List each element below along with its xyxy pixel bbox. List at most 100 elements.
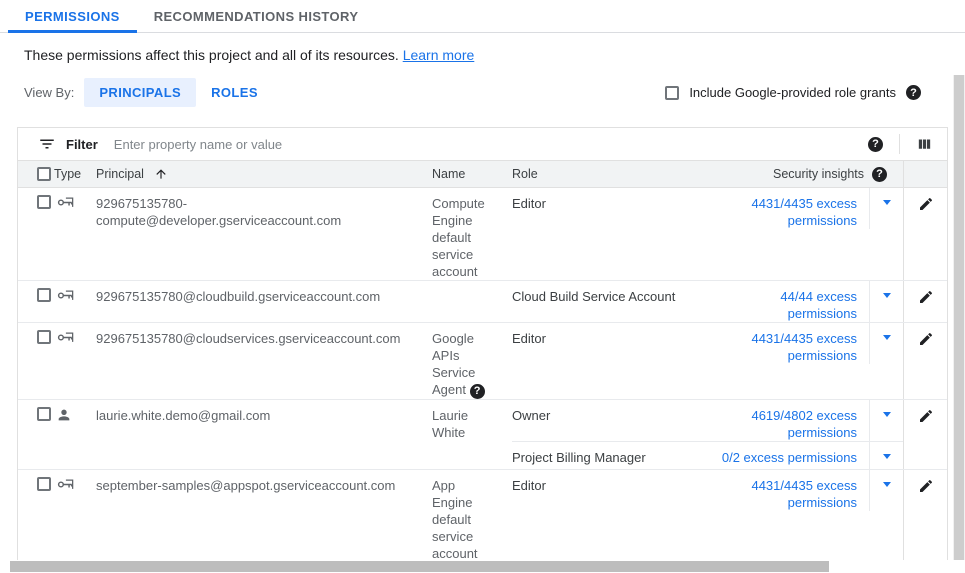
roles-cell: Editor 4431/4435 excess permissions xyxy=(512,323,903,399)
intro-sentence: These permissions affect this project an… xyxy=(24,47,399,63)
controls-row: View By: PRINCIPALS ROLES Include Google… xyxy=(0,63,965,107)
role-label: Editor xyxy=(512,470,710,511)
name-help-icon[interactable]: ? xyxy=(470,384,485,399)
service-account-icon xyxy=(56,195,74,210)
role-label: Cloud Build Service Account xyxy=(512,281,710,322)
table-row: laurie.white.demo@gmail.com Laurie White… xyxy=(18,400,947,470)
vertical-scrollbar-thumb[interactable] xyxy=(954,75,964,560)
learn-more-link[interactable]: Learn more xyxy=(403,47,475,63)
service-account-icon xyxy=(56,477,74,492)
row-checkbox[interactable] xyxy=(37,195,51,209)
column-header-security-insights: Security insights xyxy=(773,167,864,181)
insights-expand-button[interactable] xyxy=(869,281,903,322)
insights-expand-button[interactable] xyxy=(869,400,903,441)
principal-email: september-samples@appspot.gserviceaccoun… xyxy=(96,470,432,562)
dropdown-arrow-icon xyxy=(883,335,891,340)
insights-expand-button[interactable] xyxy=(869,323,903,364)
excess-permissions-link[interactable]: 4431/4435 excess permissions xyxy=(751,196,857,228)
edit-icon xyxy=(918,408,934,424)
include-google-grants-checkbox[interactable] xyxy=(665,86,679,100)
roles-cell: Owner 4619/4802 excess permissions Proje… xyxy=(512,400,903,469)
principal-name: Google APIs Service Agent ? xyxy=(432,323,512,399)
row-checkbox[interactable] xyxy=(37,288,51,302)
sort-ascending-icon xyxy=(154,167,168,181)
filter-help-icon[interactable]: ? xyxy=(868,137,883,152)
row-checkbox[interactable] xyxy=(37,330,51,344)
excess-permissions-link[interactable]: 44/44 excess permissions xyxy=(780,289,857,321)
column-header-principal[interactable]: Principal xyxy=(96,167,432,181)
dropdown-arrow-icon xyxy=(883,200,891,205)
columns-icon[interactable] xyxy=(916,136,933,153)
edit-principal-button[interactable] xyxy=(903,188,947,280)
roles-cell: Cloud Build Service Account 44/44 excess… xyxy=(512,281,903,322)
dropdown-arrow-icon xyxy=(883,454,891,459)
principal-name: Compute Engine default service account xyxy=(432,188,512,280)
insights-expand-button[interactable] xyxy=(869,470,903,511)
edit-principal-button[interactable] xyxy=(903,323,947,399)
dropdown-arrow-icon xyxy=(883,412,891,417)
column-header-role-security: Role Security insights ? xyxy=(512,167,903,182)
dropdown-arrow-icon xyxy=(883,293,891,298)
tab-bar: PERMISSIONS RECOMMENDATIONS HISTORY xyxy=(0,0,965,33)
principal-name xyxy=(432,281,512,322)
view-by-principals-button[interactable]: PRINCIPALS xyxy=(84,78,196,107)
edit-icon xyxy=(918,331,934,347)
roles-cell: Editor 4431/4435 excess permissions xyxy=(512,470,903,562)
excess-permissions-link[interactable]: 0/2 excess permissions xyxy=(722,450,857,465)
column-header-name: Name xyxy=(432,167,512,181)
edit-icon xyxy=(918,478,934,494)
tab-permissions[interactable]: PERMISSIONS xyxy=(8,0,137,32)
dropdown-arrow-icon xyxy=(883,482,891,487)
intro-text: These permissions affect this project an… xyxy=(0,33,965,63)
tab-recommendations-history[interactable]: RECOMMENDATIONS HISTORY xyxy=(137,0,376,32)
table-row: september-samples@appspot.gserviceaccoun… xyxy=(18,470,947,563)
view-by-label: View By: xyxy=(24,85,74,100)
principal-email: laurie.white.demo@gmail.com xyxy=(96,400,432,469)
column-header-role: Role xyxy=(512,167,538,181)
vertical-scrollbar xyxy=(953,75,965,560)
edit-principal-button[interactable] xyxy=(903,400,947,469)
role-label: Owner xyxy=(512,400,710,441)
role-label: Editor xyxy=(512,188,710,229)
iam-permissions-page: PERMISSIONS RECOMMENDATIONS HISTORY Thes… xyxy=(0,0,965,573)
horizontal-scrollbar xyxy=(0,560,952,573)
excess-permissions-link[interactable]: 4431/4435 excess permissions xyxy=(751,478,857,510)
table-row: 929675135780@cloudservices.gserviceaccou… xyxy=(18,323,947,400)
edit-principal-button[interactable] xyxy=(903,281,947,322)
excess-permissions-link[interactable]: 4619/4802 excess permissions xyxy=(751,408,857,440)
principal-email: 929675135780@cloudbuild.gserviceaccount.… xyxy=(96,281,432,322)
principal-email: 929675135780-compute@developer.gservicea… xyxy=(96,188,432,280)
select-all-checkbox[interactable] xyxy=(37,167,51,181)
service-account-icon xyxy=(56,288,74,303)
filter-icon[interactable] xyxy=(38,135,56,153)
role-label: Project Billing Manager xyxy=(512,442,710,469)
excess-permissions-link[interactable]: 4431/4435 excess permissions xyxy=(751,331,857,363)
table-header-row: Type Principal Name Role Security insigh… xyxy=(18,160,947,188)
insights-expand-button[interactable] xyxy=(869,188,903,229)
role-label: Editor xyxy=(512,323,710,364)
row-checkbox[interactable] xyxy=(37,477,51,491)
principal-email: 929675135780@cloudservices.gserviceaccou… xyxy=(96,323,432,399)
help-icon[interactable]: ? xyxy=(906,85,921,100)
principal-name: Laurie White xyxy=(432,400,512,469)
principal-name: App Engine default service account xyxy=(432,470,512,562)
filter-label[interactable]: Filter xyxy=(66,137,98,152)
row-checkbox[interactable] xyxy=(37,407,51,421)
roles-cell: Editor 4431/4435 excess permissions xyxy=(512,188,903,280)
table-row: 929675135780-compute@developer.gservicea… xyxy=(18,188,947,281)
table-row: 929675135780@cloudbuild.gserviceaccount.… xyxy=(18,281,947,323)
view-by-roles-button[interactable]: ROLES xyxy=(196,78,273,107)
include-google-grants: Include Google-provided role grants ? xyxy=(665,85,921,100)
filter-bar: Filter ? xyxy=(18,128,947,160)
security-insights-help-icon[interactable]: ? xyxy=(872,167,887,182)
divider xyxy=(899,134,900,154)
include-google-grants-label: Include Google-provided role grants xyxy=(689,85,896,100)
permissions-table-card: Filter ? Type Principal Name Role Securi… xyxy=(17,127,948,563)
edit-icon xyxy=(918,289,934,305)
user-icon xyxy=(56,407,72,423)
filter-input[interactable] xyxy=(114,137,868,152)
horizontal-scrollbar-thumb[interactable] xyxy=(10,561,829,572)
insights-expand-button[interactable] xyxy=(869,442,903,469)
service-account-icon xyxy=(56,330,74,345)
edit-principal-button[interactable] xyxy=(903,470,947,562)
